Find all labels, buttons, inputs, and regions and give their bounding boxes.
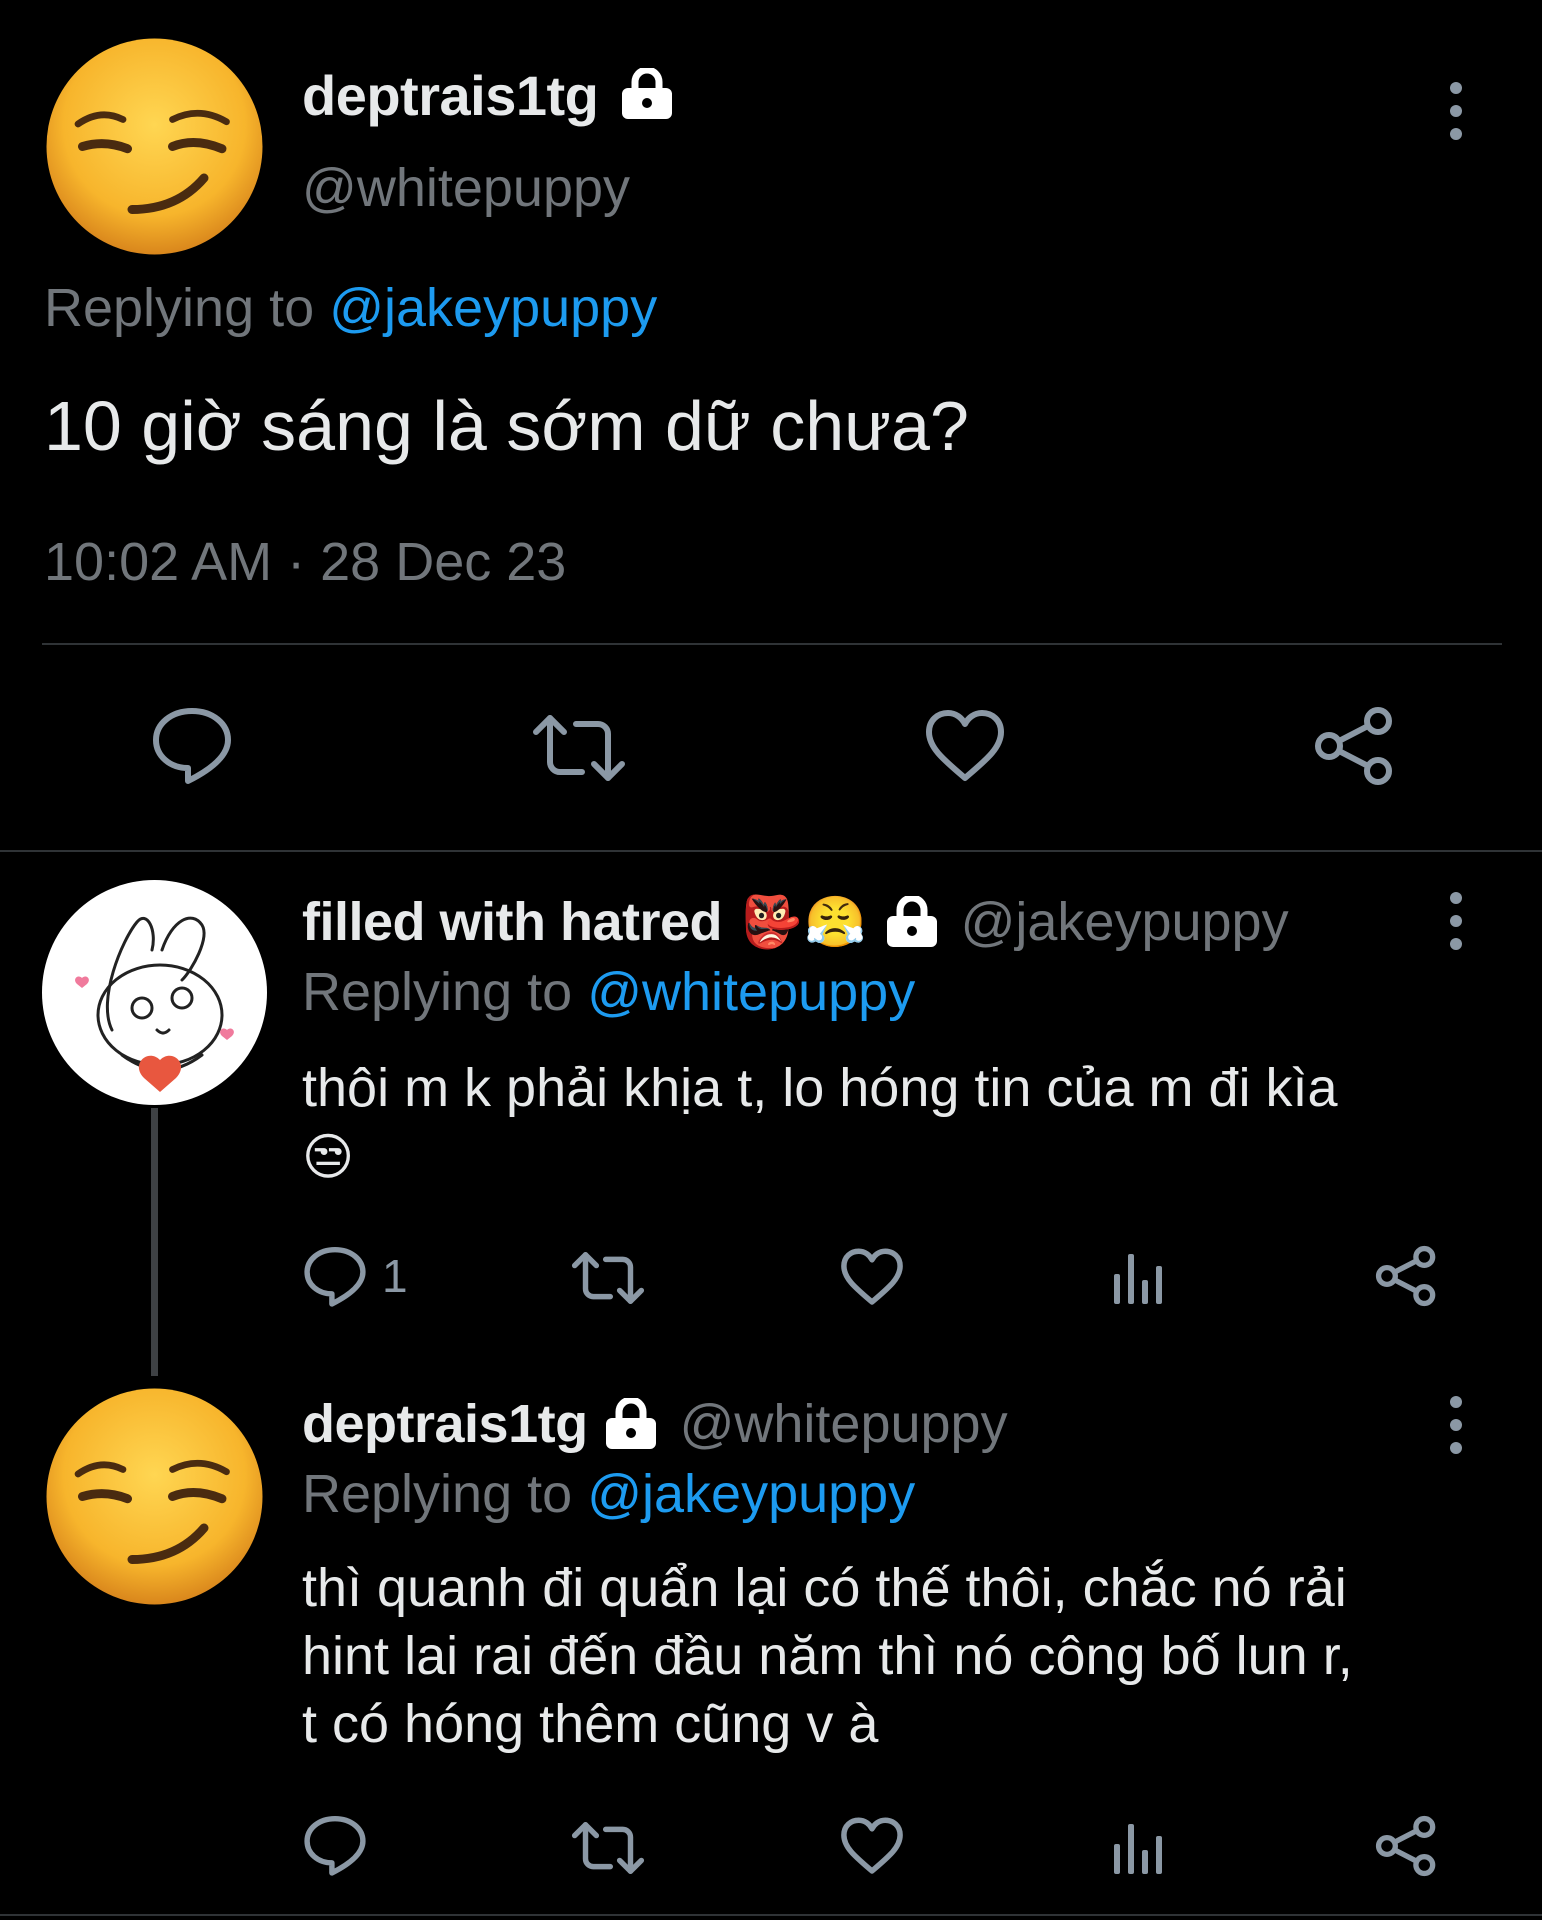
reply2-header: deptrais1tg @whitepuppy bbox=[302, 1390, 1008, 1458]
replying-to-link[interactable]: @jakeypuppy bbox=[329, 278, 657, 338]
share-icon bbox=[1375, 1815, 1436, 1877]
replying-prefix: Replying to bbox=[44, 278, 315, 338]
share-icon bbox=[1375, 1245, 1436, 1307]
reply2-share-button[interactable] bbox=[1374, 1814, 1438, 1878]
reply2-like-button[interactable] bbox=[840, 1816, 904, 1876]
main-timestamp[interactable]: 10:02 AM · 28 Dec 23 bbox=[44, 530, 566, 594]
replying-prefix: Replying to bbox=[302, 962, 573, 1022]
like-button[interactable] bbox=[924, 708, 1006, 784]
text-line: hint lai rai đến đầu năm thì nó công bố … bbox=[302, 1626, 1353, 1686]
section-divider bbox=[0, 850, 1542, 852]
reply-icon bbox=[153, 708, 231, 784]
lock-icon bbox=[883, 896, 941, 948]
unamused-emoji-icon: 😒 bbox=[302, 1129, 355, 1185]
views-icon bbox=[1114, 1824, 1162, 1874]
text-line: thì quanh đi quẩn lại có thế thôi, chắc … bbox=[302, 1558, 1347, 1618]
divider bbox=[42, 643, 1502, 645]
main-display-name[interactable]: deptrais1tg bbox=[302, 64, 599, 128]
main-avatar[interactable] bbox=[42, 34, 267, 259]
replying-prefix: Replying to bbox=[302, 1464, 573, 1524]
reply1-reply-button[interactable]: 1 bbox=[302, 1245, 408, 1307]
text-line: t có hóng thêm cũng v à bbox=[302, 1694, 879, 1754]
reply2-avatar[interactable] bbox=[42, 1384, 267, 1609]
views-icon bbox=[1114, 1254, 1162, 1304]
reply1-replying-to: Replying to @whitepuppy bbox=[302, 960, 915, 1024]
share-icon bbox=[1315, 707, 1392, 785]
main-handle[interactable]: @whitepuppy bbox=[302, 156, 630, 220]
lock-icon bbox=[602, 1398, 660, 1450]
smirk-face-emoji bbox=[46, 1388, 263, 1605]
reply2-display-name[interactable]: deptrais1tg bbox=[302, 1392, 588, 1456]
main-tweet-text: 10 giờ sáng là sớm dữ chưa? bbox=[44, 387, 969, 465]
reply-icon bbox=[304, 1815, 366, 1876]
main-more-options-icon[interactable] bbox=[1450, 82, 1462, 151]
reply-button[interactable] bbox=[150, 705, 234, 785]
reply2-views-button[interactable] bbox=[1112, 1820, 1166, 1876]
reply2-replying-to: Replying to @jakeypuppy bbox=[302, 1462, 915, 1526]
like-icon bbox=[926, 710, 1004, 781]
like-icon bbox=[841, 1248, 903, 1305]
smirk-face-emoji bbox=[46, 38, 263, 255]
reply-icon bbox=[304, 1246, 366, 1307]
retweet-icon bbox=[571, 1252, 645, 1304]
reply1-views-button[interactable] bbox=[1112, 1250, 1166, 1306]
reply1-share-button[interactable] bbox=[1374, 1244, 1438, 1308]
reply1-retweet-button[interactable] bbox=[570, 1250, 646, 1306]
replying-to-link[interactable]: @jakeypuppy bbox=[587, 1464, 915, 1524]
reply1-text: thôi m k phải khịa t, lo hóng tin của m … bbox=[302, 1054, 1502, 1191]
replying-to-link[interactable]: @whitepuppy bbox=[587, 962, 915, 1022]
retweet-icon bbox=[571, 1822, 645, 1874]
main-replying-to: Replying to @jakeypuppy bbox=[44, 276, 657, 340]
reply2-reply-button[interactable] bbox=[302, 1814, 368, 1876]
reply-count: 1 bbox=[382, 1250, 408, 1302]
reply1-like-button[interactable] bbox=[840, 1247, 904, 1307]
reply1-display-name[interactable]: filled with hatred bbox=[302, 890, 723, 954]
retweet-icon bbox=[533, 715, 625, 781]
reply1-header: filled with hatred 👺 😤 @jakeypuppy bbox=[302, 888, 1289, 956]
reply1-text-body: thôi m k phải khịa t, lo hóng tin của m … bbox=[302, 1058, 1338, 1118]
reply1-handle[interactable]: @jakeypuppy bbox=[961, 891, 1289, 953]
reply2-text: thì quanh đi quẩn lại có thế thôi, chắc … bbox=[302, 1554, 1353, 1758]
retweet-button[interactable] bbox=[530, 712, 628, 784]
thread-line bbox=[151, 1108, 158, 1376]
lock-icon bbox=[618, 68, 676, 120]
reply1-more-options-icon[interactable] bbox=[1450, 892, 1462, 961]
reply2-retweet-button[interactable] bbox=[570, 1820, 646, 1876]
reply2-more-options-icon[interactable] bbox=[1450, 1396, 1462, 1465]
like-icon bbox=[841, 1817, 903, 1874]
goblin-emoji-icon: 👺 bbox=[740, 893, 803, 950]
reply1-avatar[interactable] bbox=[42, 880, 267, 1105]
bottom-divider bbox=[0, 1914, 1542, 1916]
reply2-handle[interactable]: @whitepuppy bbox=[680, 1393, 1008, 1455]
share-button[interactable] bbox=[1312, 705, 1396, 787]
steam-face-emoji-icon: 😤 bbox=[804, 893, 867, 950]
bunny-doodle-avatar bbox=[75, 916, 234, 1092]
